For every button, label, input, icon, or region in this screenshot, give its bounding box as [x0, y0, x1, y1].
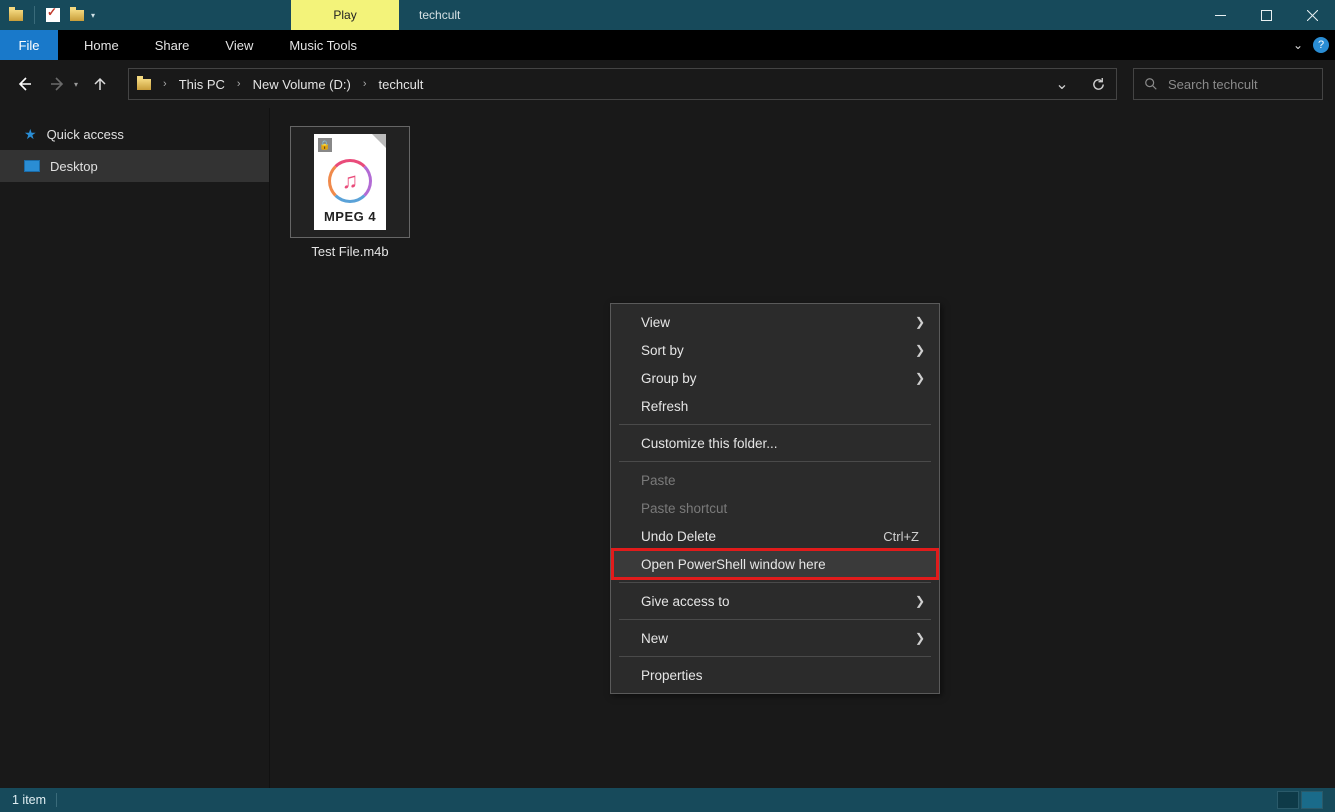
submenu-arrow-icon: ❯: [915, 343, 925, 357]
menu-item-give-access[interactable]: Give access to❯: [613, 587, 937, 615]
quick-access-toolbar: ▾: [0, 0, 95, 30]
refresh-icon[interactable]: [1080, 69, 1116, 99]
music-note-icon: ♫: [328, 159, 372, 203]
submenu-arrow-icon: ❯: [915, 371, 925, 385]
breadcrumb-sep-icon[interactable]: ›: [163, 78, 167, 90]
submenu-arrow-icon: ❯: [915, 315, 925, 329]
sidebar-label: Desktop: [50, 159, 98, 174]
window-title: techcult: [399, 0, 460, 30]
ribbon-tabs: File Home Share View Music Tools ⌄ ?: [0, 30, 1335, 60]
breadcrumb-volume[interactable]: New Volume (D:): [253, 77, 351, 92]
window-controls: [1197, 0, 1335, 30]
search-input[interactable]: Search techcult: [1133, 68, 1323, 100]
file-thumbnail: 🔒 ♫ MPEG 4: [290, 126, 410, 238]
shortcut-label: Ctrl+Z: [883, 529, 919, 544]
separator: [56, 793, 57, 807]
menu-separator: [619, 582, 931, 583]
menu-item-group-by[interactable]: Group by❯: [613, 364, 937, 392]
sidebar-item-quick-access[interactable]: ★ Quick access: [0, 118, 269, 150]
new-folder-icon[interactable]: [67, 5, 87, 25]
menu-item-sort-by[interactable]: Sort by❯: [613, 336, 937, 364]
sidebar-label: Quick access: [47, 127, 124, 142]
up-button[interactable]: [88, 72, 112, 96]
item-count: 1 item: [12, 793, 46, 807]
file-item[interactable]: 🔒 ♫ MPEG 4 Test File.m4b: [290, 126, 410, 259]
file-type-label: MPEG 4: [324, 209, 376, 224]
menu-separator: [619, 656, 931, 657]
context-menu: View❯ Sort by❯ Group by❯ Refresh Customi…: [610, 303, 940, 694]
menu-item-paste: Paste: [613, 466, 937, 494]
menu-item-undo-delete[interactable]: Undo DeleteCtrl+Z: [613, 522, 937, 550]
menu-item-refresh[interactable]: Refresh: [613, 392, 937, 420]
tab-view[interactable]: View: [207, 30, 271, 60]
nav-bar: ▾ › This PC › New Volume (D:) › techcult…: [0, 60, 1335, 108]
submenu-arrow-icon: ❯: [915, 631, 925, 645]
menu-item-view[interactable]: View❯: [613, 308, 937, 336]
tab-home[interactable]: Home: [66, 30, 137, 60]
tab-music-tools[interactable]: Music Tools: [271, 30, 375, 60]
separator: [34, 6, 35, 24]
menu-item-new[interactable]: New❯: [613, 624, 937, 652]
help-icon[interactable]: ?: [1313, 37, 1329, 53]
contextual-tab-play[interactable]: Play: [291, 0, 399, 30]
status-bar: 1 item: [0, 788, 1335, 812]
forward-button[interactable]: [46, 72, 70, 96]
breadcrumb-sep-icon[interactable]: ›: [363, 78, 367, 90]
back-button[interactable]: [12, 72, 36, 96]
address-bar[interactable]: › This PC › New Volume (D:) › techcult ⌄: [128, 68, 1117, 100]
menu-separator: [619, 461, 931, 462]
search-icon: [1144, 77, 1158, 91]
properties-check-icon[interactable]: [43, 5, 63, 25]
submenu-arrow-icon: ❯: [915, 594, 925, 608]
breadcrumb-folder[interactable]: techcult: [379, 77, 424, 92]
title-bar: ▾ Play techcult: [0, 0, 1335, 30]
thumbnails-view-button[interactable]: [1301, 791, 1323, 809]
menu-item-customize[interactable]: Customize this folder...: [613, 429, 937, 457]
file-tab[interactable]: File: [0, 30, 58, 60]
tab-share[interactable]: Share: [137, 30, 208, 60]
menu-separator: [619, 619, 931, 620]
lock-icon: 🔒: [318, 138, 332, 152]
details-view-button[interactable]: [1277, 791, 1299, 809]
menu-item-paste-shortcut: Paste shortcut: [613, 494, 937, 522]
minimize-button[interactable]: [1197, 0, 1243, 30]
qat-dropdown-icon[interactable]: ▾: [91, 11, 95, 20]
address-dropdown-icon[interactable]: ⌄: [1044, 69, 1080, 99]
explorer-body: ★ Quick access Desktop 🔒 ♫ MPEG 4 Test F…: [0, 108, 1335, 788]
collapse-ribbon-icon[interactable]: ⌄: [1293, 38, 1303, 52]
breadcrumb-this-pc[interactable]: This PC: [179, 77, 225, 92]
menu-separator: [619, 424, 931, 425]
history-dropdown-icon[interactable]: ▾: [74, 80, 78, 89]
view-switcher: [1277, 791, 1323, 809]
file-name[interactable]: Test File.m4b: [311, 244, 388, 259]
sidebar-item-desktop[interactable]: Desktop: [0, 150, 269, 182]
maximize-button[interactable]: [1243, 0, 1289, 30]
menu-item-properties[interactable]: Properties: [613, 661, 937, 689]
desktop-icon: [24, 160, 40, 172]
content-pane[interactable]: 🔒 ♫ MPEG 4 Test File.m4b View❯ Sort by❯ …: [270, 108, 1335, 788]
location-folder-icon: [137, 79, 151, 90]
menu-item-open-powershell[interactable]: Open PowerShell window here: [613, 550, 937, 578]
nav-pane: ★ Quick access Desktop: [0, 108, 270, 788]
star-icon: ★: [24, 126, 37, 143]
folder-icon[interactable]: [6, 5, 26, 25]
search-placeholder: Search techcult: [1168, 77, 1258, 92]
breadcrumb-sep-icon[interactable]: ›: [237, 78, 241, 90]
close-button[interactable]: [1289, 0, 1335, 30]
